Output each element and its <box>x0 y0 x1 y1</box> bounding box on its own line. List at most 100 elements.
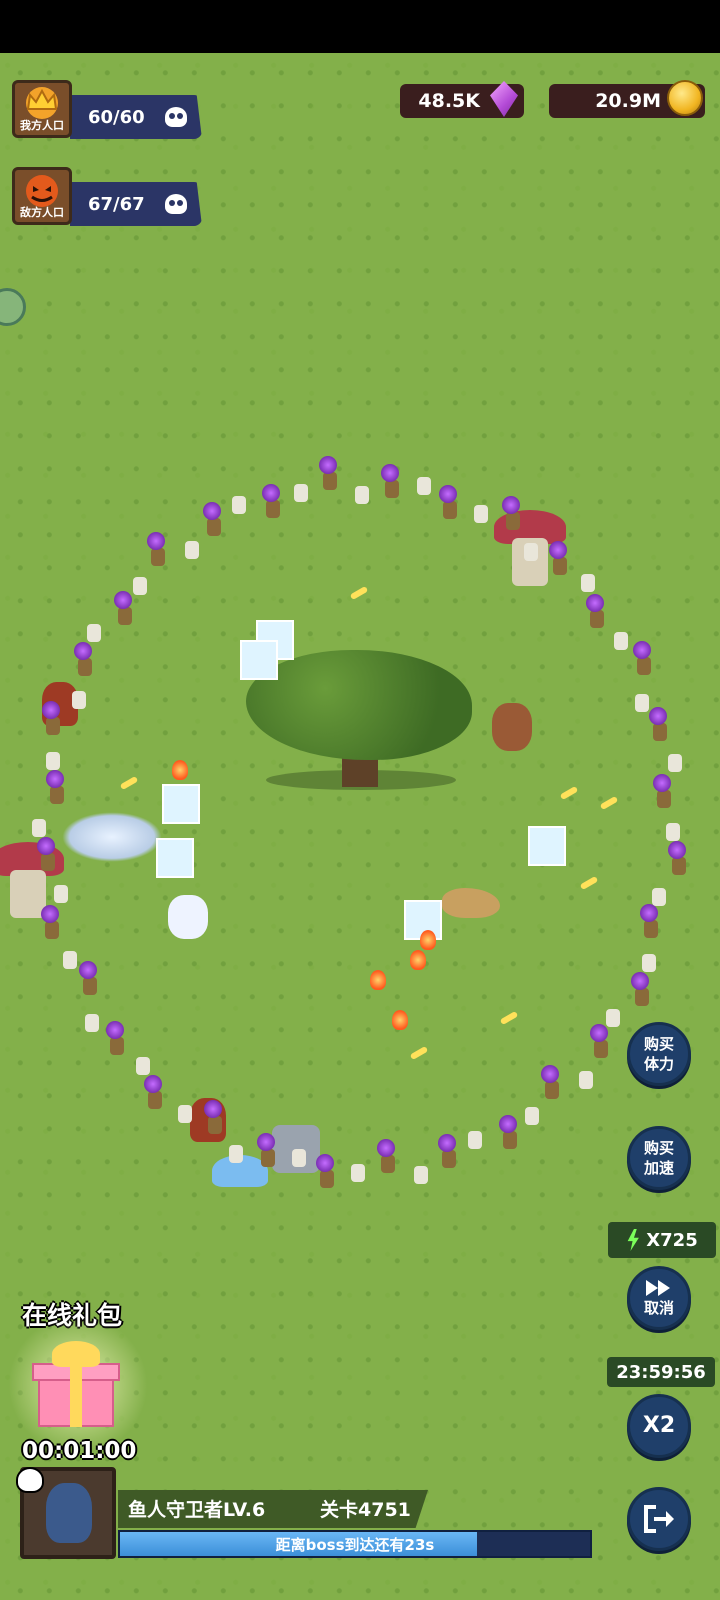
status-bar <box>0 0 720 53</box>
fire-effect <box>370 970 386 990</box>
stage-label: 关卡4751 <box>320 1499 411 1521</box>
soldier-unit <box>354 486 369 504</box>
soldier-unit <box>468 1131 483 1150</box>
buy-stamina-button[interactable]: 购买 体力 <box>627 1022 691 1086</box>
gem-counter[interactable]: 48.5K <box>400 81 524 118</box>
boss-progress-text: 距离boss到达还有23s <box>275 1536 435 1554</box>
purple-aura-effect <box>203 1099 222 1118</box>
soldier-unit <box>266 499 281 518</box>
buy-speed-button[interactable]: 购买 加速 <box>627 1126 691 1190</box>
soldier-unit <box>206 517 221 536</box>
soldier-unit <box>351 1163 366 1182</box>
soldier-unit <box>413 1165 428 1184</box>
ice-effect <box>528 826 566 866</box>
countdown-timer: 23:59:56 <box>607 1357 715 1387</box>
fire-effect <box>420 930 436 950</box>
buy-speed-label-line2: 加速 <box>643 1159 674 1177</box>
soldier-unit <box>552 557 567 576</box>
soldier-unit <box>635 988 650 1007</box>
soldier-unit <box>77 657 92 676</box>
fire-effect <box>392 1010 408 1030</box>
soldier-unit <box>545 1081 560 1100</box>
soldier-unit <box>665 822 680 841</box>
soldier-unit <box>87 624 102 643</box>
soldier-unit <box>502 1131 517 1150</box>
soldier-unit <box>63 950 78 969</box>
gem-icon <box>490 81 518 117</box>
soldier-unit <box>641 953 656 972</box>
soldier-unit <box>177 1105 192 1124</box>
soldier-unit <box>260 1148 275 1167</box>
coin-counter[interactable]: 20.9M <box>549 80 705 118</box>
soldier-unit <box>474 504 489 523</box>
purple-aura-effect <box>262 483 281 502</box>
soldier-unit <box>85 1014 100 1033</box>
enemy-population-badge: 敌方人口 <box>12 167 72 225</box>
buy-speed-label-line1: 购买 <box>643 1139 674 1157</box>
yeti-unit <box>168 895 208 939</box>
soldier-unit <box>381 1154 396 1173</box>
soldier-unit <box>651 888 666 907</box>
lightning-icon <box>627 1229 639 1251</box>
central-tree <box>246 650 472 790</box>
fire-effect <box>172 760 188 780</box>
soldier-unit <box>184 541 199 560</box>
coin-icon <box>667 80 703 116</box>
soldier-unit <box>136 1056 151 1075</box>
soldier-unit <box>32 819 46 838</box>
x2-speed-button[interactable]: X2 <box>627 1394 691 1458</box>
soldier-unit <box>593 1040 608 1059</box>
purple-aura-effect <box>548 541 567 560</box>
energy-counter: X725 <box>608 1222 716 1258</box>
soldier-unit <box>417 477 432 496</box>
angel-unit <box>62 812 162 862</box>
purple-aura-effect <box>37 836 56 855</box>
skull-icon <box>164 194 187 214</box>
soldier-unit <box>291 1149 306 1168</box>
soldier-unit <box>109 1037 124 1056</box>
purple-aura-effect <box>256 1132 275 1151</box>
ally-population-badge: 我方人口 <box>12 80 72 138</box>
soldier-unit <box>46 717 61 736</box>
soldier-unit <box>293 484 308 503</box>
soldier-unit <box>132 577 147 596</box>
purple-aura-effect <box>438 1133 457 1152</box>
soldier-unit <box>523 543 538 562</box>
soldier-unit <box>653 723 667 742</box>
soldier-unit <box>231 495 246 514</box>
ice-effect <box>240 640 278 680</box>
x2-label: X2 <box>642 1413 676 1438</box>
soldier-unit <box>443 500 458 519</box>
soldier-unit <box>614 632 629 650</box>
purple-aura-effect <box>439 484 458 503</box>
soldier-unit <box>83 977 98 996</box>
cancel-fast-forward-button[interactable]: 取消 <box>627 1266 691 1330</box>
gift-icon[interactable] <box>8 1315 148 1455</box>
fire-effect-card <box>156 838 194 878</box>
soldier-unit <box>385 479 400 498</box>
soldier-unit <box>71 691 86 710</box>
soldier-unit <box>49 786 64 805</box>
ally-population-label: 我方人口 <box>20 119 64 132</box>
soldier-unit <box>319 1170 334 1189</box>
purple-aura-effect <box>105 1021 124 1040</box>
soldier-unit <box>636 657 651 676</box>
soldier-unit <box>605 1008 620 1027</box>
soldier-unit <box>118 607 133 626</box>
boss-name: 鱼人守卫者LV.6 <box>128 1499 266 1521</box>
cancel-label: 取消 <box>643 1299 674 1317</box>
purple-aura-effect <box>45 770 64 789</box>
bear-unit <box>492 703 532 751</box>
fire-effect-card <box>162 784 200 824</box>
soldier-unit <box>581 574 596 593</box>
coin-value: 20.9M <box>595 90 661 112</box>
purple-aura-effect <box>315 1154 334 1173</box>
enemy-population-label: 敌方人口 <box>20 206 64 219</box>
fishman-icon <box>46 1483 92 1543</box>
skull-icon <box>16 1467 44 1493</box>
ally-population-bar: 60/60 <box>70 95 202 139</box>
exit-button[interactable] <box>627 1487 691 1551</box>
soldier-unit <box>148 1091 162 1110</box>
soldier-unit <box>207 1115 222 1134</box>
soldier-unit <box>41 852 56 871</box>
